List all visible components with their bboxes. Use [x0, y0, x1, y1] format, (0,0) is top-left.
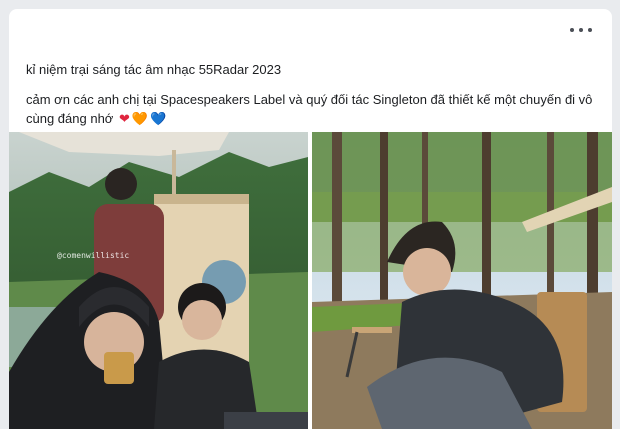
dot-icon — [588, 28, 592, 32]
orange-heart-icon: 🧡 — [131, 111, 149, 126]
post-card: kỉ niệm trại sáng tác âm nhạc 55Radar 20… — [9, 9, 612, 429]
post-body-line-2-text: cùng đáng nhớ — [26, 111, 114, 126]
photo-left-image — [9, 132, 308, 429]
photo-right-image — [312, 132, 612, 429]
photo-watermark: @comenwillistic — [57, 251, 130, 260]
dot-icon — [579, 28, 583, 32]
dot-icon — [570, 28, 574, 32]
more-options-button[interactable] — [570, 23, 592, 37]
photo-left[interactable]: @comenwillistic — [9, 132, 308, 429]
post-title: kỉ niệm trại sáng tác âm nhạc 55Radar 20… — [26, 62, 282, 77]
post-body-line-2: cùng đáng nhớ ❤ 🧡 💙 — [26, 111, 166, 127]
photo-right[interactable] — [312, 132, 612, 429]
blue-heart-icon: 💙 — [150, 111, 167, 126]
red-heart-icon: ❤ — [118, 111, 130, 126]
post-body-line-1: cảm ơn các anh chị tại Spacespeakers Lab… — [26, 92, 593, 107]
